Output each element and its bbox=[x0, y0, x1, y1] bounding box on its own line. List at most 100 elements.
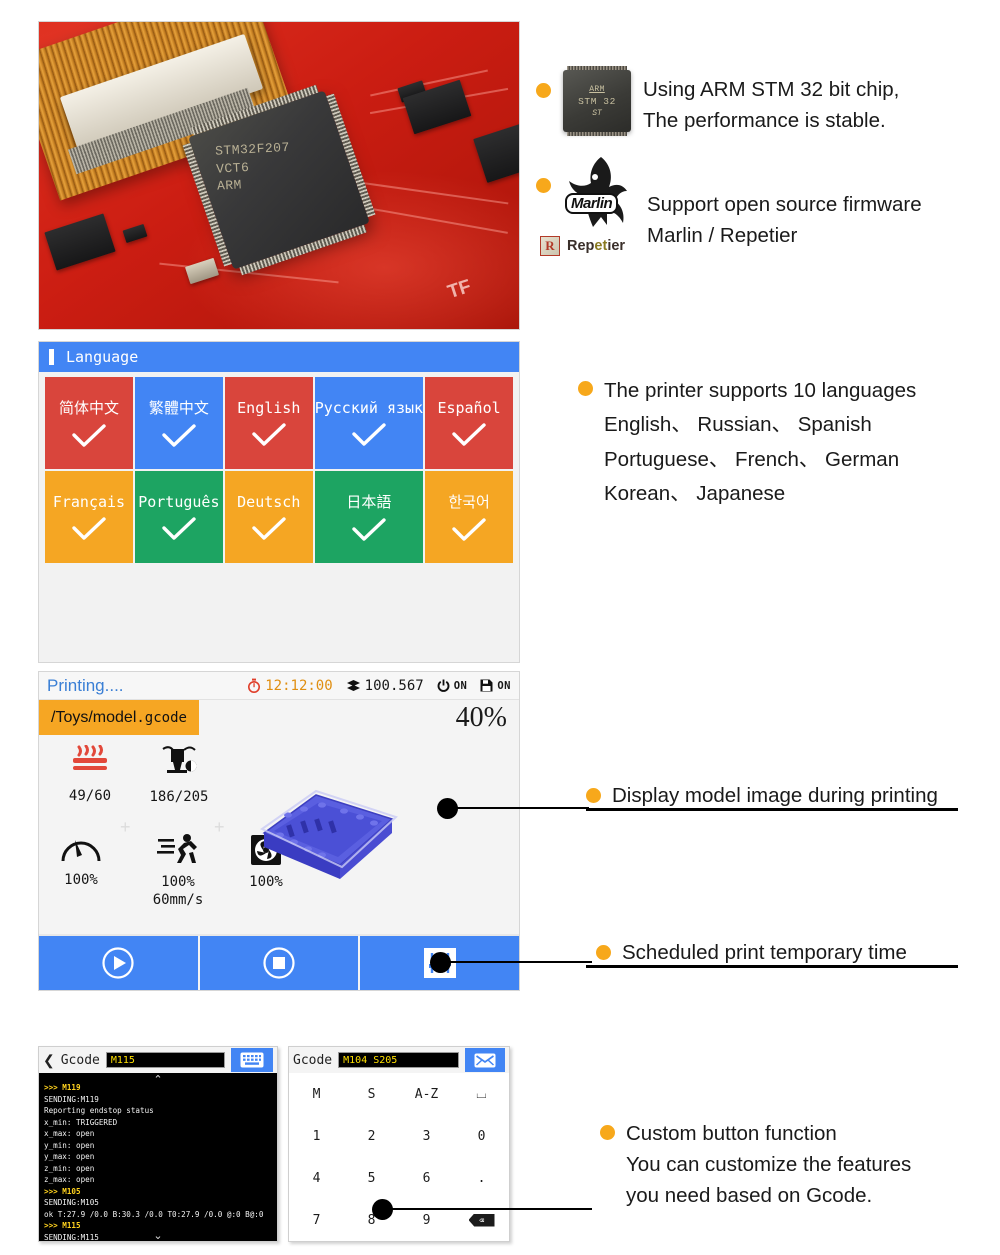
checkmark-icon bbox=[452, 518, 486, 541]
console-line: SENDING:M119 bbox=[44, 1094, 99, 1104]
gcode-keypad-title: Gcode bbox=[293, 1052, 333, 1068]
print-speed-stat[interactable]: 100% 60mm/s bbox=[133, 833, 223, 909]
language-tile-label: Deutsch bbox=[237, 492, 301, 511]
annotation-leader-line bbox=[382, 1208, 592, 1210]
language-tile-french[interactable]: Français bbox=[45, 471, 133, 563]
printing-status-screen: Printing.... 12:12:00 100.567 ON ON /Toy… bbox=[38, 671, 520, 991]
keypad-key-backspace[interactable]: ⌫ bbox=[468, 1213, 495, 1227]
nozzle-temperature-stat[interactable]: 186/205 bbox=[134, 744, 224, 807]
keypad-key-3[interactable]: 3 bbox=[423, 1129, 431, 1144]
keyboard-button[interactable] bbox=[231, 1048, 273, 1072]
layer-height-indicator: 100.567 bbox=[346, 678, 424, 694]
language-tile-german[interactable]: Deutsch bbox=[224, 471, 313, 563]
callout-custom-line-1: Custom button function bbox=[626, 1122, 837, 1145]
stop-button[interactable] bbox=[199, 936, 361, 990]
language-tile-english[interactable]: English bbox=[224, 377, 313, 469]
title-marker-icon bbox=[49, 349, 54, 365]
callout-custom-line-3: you need based on Gcode. bbox=[626, 1184, 873, 1208]
scroll-up-icon[interactable]: ⌃ bbox=[153, 1073, 162, 1086]
gcode-keypad-header: Gcode M104 S205 bbox=[289, 1047, 509, 1073]
bed-temperature-value: 49/60 bbox=[68, 788, 112, 804]
gcode-command-input[interactable]: M115 bbox=[105, 1052, 225, 1068]
gcode-terminal-header: ❮ Gcode M115 bbox=[39, 1047, 277, 1073]
keypad-key-4[interactable]: 4 bbox=[313, 1171, 321, 1186]
bed-temperature-stat[interactable]: 49/60 bbox=[45, 744, 135, 806]
printing-progress-percent: 40% bbox=[455, 701, 507, 733]
bullet-icon bbox=[578, 381, 593, 396]
language-tile-label: English bbox=[237, 398, 301, 417]
flow-rate-stat[interactable]: 100% bbox=[39, 835, 126, 890]
checkmark-icon bbox=[162, 424, 196, 447]
play-icon bbox=[102, 947, 134, 979]
language-tile-korean[interactable]: 한국어 bbox=[425, 471, 513, 563]
back-chevron-icon[interactable]: ❮ bbox=[43, 1052, 55, 1069]
callout-custom-button: Custom button function You can customize… bbox=[600, 1118, 911, 1211]
checkmark-icon bbox=[452, 422, 486, 446]
model-preview-image bbox=[244, 763, 404, 893]
keypad-key-space[interactable]: ⌴ bbox=[476, 1087, 486, 1102]
language-tile-portuguese[interactable]: Português bbox=[134, 471, 223, 563]
marlin-feature-line-2: Marlin / Repetier bbox=[647, 224, 798, 248]
languages-note-callout: The printer supports 10 languages Englis… bbox=[578, 374, 998, 512]
gcode-keypad-keys: M S A-Z ⌴ 1 2 3 0 4 5 6. 7 8 9 ⌫ bbox=[289, 1073, 509, 1241]
languages-note-line-2: English、 Russian、 Spanish bbox=[604, 413, 872, 437]
stopwatch-icon bbox=[248, 678, 261, 693]
printing-file-name: /Toys/model .gcode bbox=[39, 700, 199, 735]
storage-state-indicator: ON bbox=[480, 679, 511, 692]
checkmark-icon bbox=[352, 422, 386, 446]
keypad-key-space[interactable]: . bbox=[478, 1171, 486, 1186]
keypad-key-1[interactable]: 1 bbox=[313, 1129, 321, 1144]
play-pause-button[interactable] bbox=[39, 936, 200, 990]
keypad-key-az[interactable]: A-Z bbox=[415, 1087, 438, 1102]
languages-note-line-1: The printer supports 10 languages bbox=[604, 379, 917, 402]
keypad-key-5[interactable]: 5 bbox=[368, 1171, 376, 1186]
language-tile-grid: 简体中文 繁體中文 English Русский язык Español França… bbox=[45, 377, 513, 563]
keypad-key-0[interactable]: 0 bbox=[478, 1129, 486, 1144]
keypad-key-m[interactable]: M bbox=[313, 1087, 321, 1102]
keypad-key-s[interactable]: S bbox=[368, 1087, 376, 1102]
callout-custom-line-2: You can customize the features bbox=[626, 1153, 912, 1177]
language-selection-screen: Language 简体中文 繁體中文 English Русский язык Espa… bbox=[38, 341, 520, 987]
scroll-down-icon[interactable]: ⌄ bbox=[153, 1229, 162, 1241]
bullet-icon bbox=[536, 178, 551, 193]
language-tile-russian[interactable]: Русский язык bbox=[314, 377, 424, 469]
keypad-key-7[interactable]: 7 bbox=[313, 1213, 321, 1228]
console-line: z_min: open bbox=[44, 1163, 95, 1173]
marlin-logo-icon: Marlin bbox=[563, 155, 635, 237]
heatbed-icon bbox=[73, 744, 107, 770]
marlin-wordmark: Marlin bbox=[565, 193, 619, 214]
language-tile-simplified-chinese[interactable]: 简体中文 bbox=[45, 377, 133, 469]
send-button[interactable] bbox=[465, 1048, 505, 1072]
bullet-icon bbox=[536, 83, 551, 98]
callout-underline bbox=[586, 965, 958, 968]
power-state-indicator: ON bbox=[437, 679, 468, 693]
checkmark-icon bbox=[252, 516, 286, 540]
callout-scheduled-time: Scheduled print temporary time bbox=[586, 937, 958, 968]
keypad-key-9[interactable]: 9 bbox=[423, 1213, 431, 1228]
language-tile-japanese[interactable]: 日本語 bbox=[314, 471, 424, 563]
console-line: y_min: open bbox=[44, 1140, 95, 1150]
printing-filebar: /Toys/model .gcode 40% bbox=[39, 700, 519, 735]
runner-icon bbox=[157, 834, 197, 863]
repetier-wordmark: Repetier bbox=[567, 238, 626, 254]
arm-chip-icon: ARM STM 32 ST bbox=[563, 66, 631, 136]
nozzle-temperature-value: 186/205 bbox=[149, 789, 209, 805]
language-tile-traditional-chinese[interactable]: 繁體中文 bbox=[134, 377, 223, 469]
language-tile-spanish[interactable]: Español bbox=[425, 377, 513, 469]
gauge-icon bbox=[61, 840, 101, 862]
flow-rate-value: 100% bbox=[64, 872, 98, 888]
console-line: SENDING:M105 bbox=[44, 1198, 99, 1208]
gcode-console-output[interactable]: ⌃ >>> M119 SENDING:M119 Reporting endstop … bbox=[39, 1073, 277, 1241]
bullet-icon bbox=[596, 945, 611, 961]
language-tile-label: 简体中文 bbox=[58, 399, 119, 417]
language-tile-label: 日本語 bbox=[346, 493, 392, 511]
language-tile-label: Português bbox=[138, 492, 220, 511]
callout-underline bbox=[586, 808, 958, 811]
language-screen-titlebar: Language bbox=[39, 342, 519, 372]
gcode-keypad-input[interactable]: M104 S205 bbox=[338, 1052, 459, 1068]
keypad-key-2[interactable]: 2 bbox=[368, 1129, 376, 1144]
keypad-key-6[interactable]: 6 bbox=[423, 1171, 431, 1186]
feature-arm-chip: ARM STM 32 ST Using ARM STM 32 bit chip,… bbox=[536, 66, 996, 136]
callout-model-image-text: Display model image during printing bbox=[612, 784, 938, 807]
console-line: >>> M105 bbox=[44, 1186, 81, 1196]
